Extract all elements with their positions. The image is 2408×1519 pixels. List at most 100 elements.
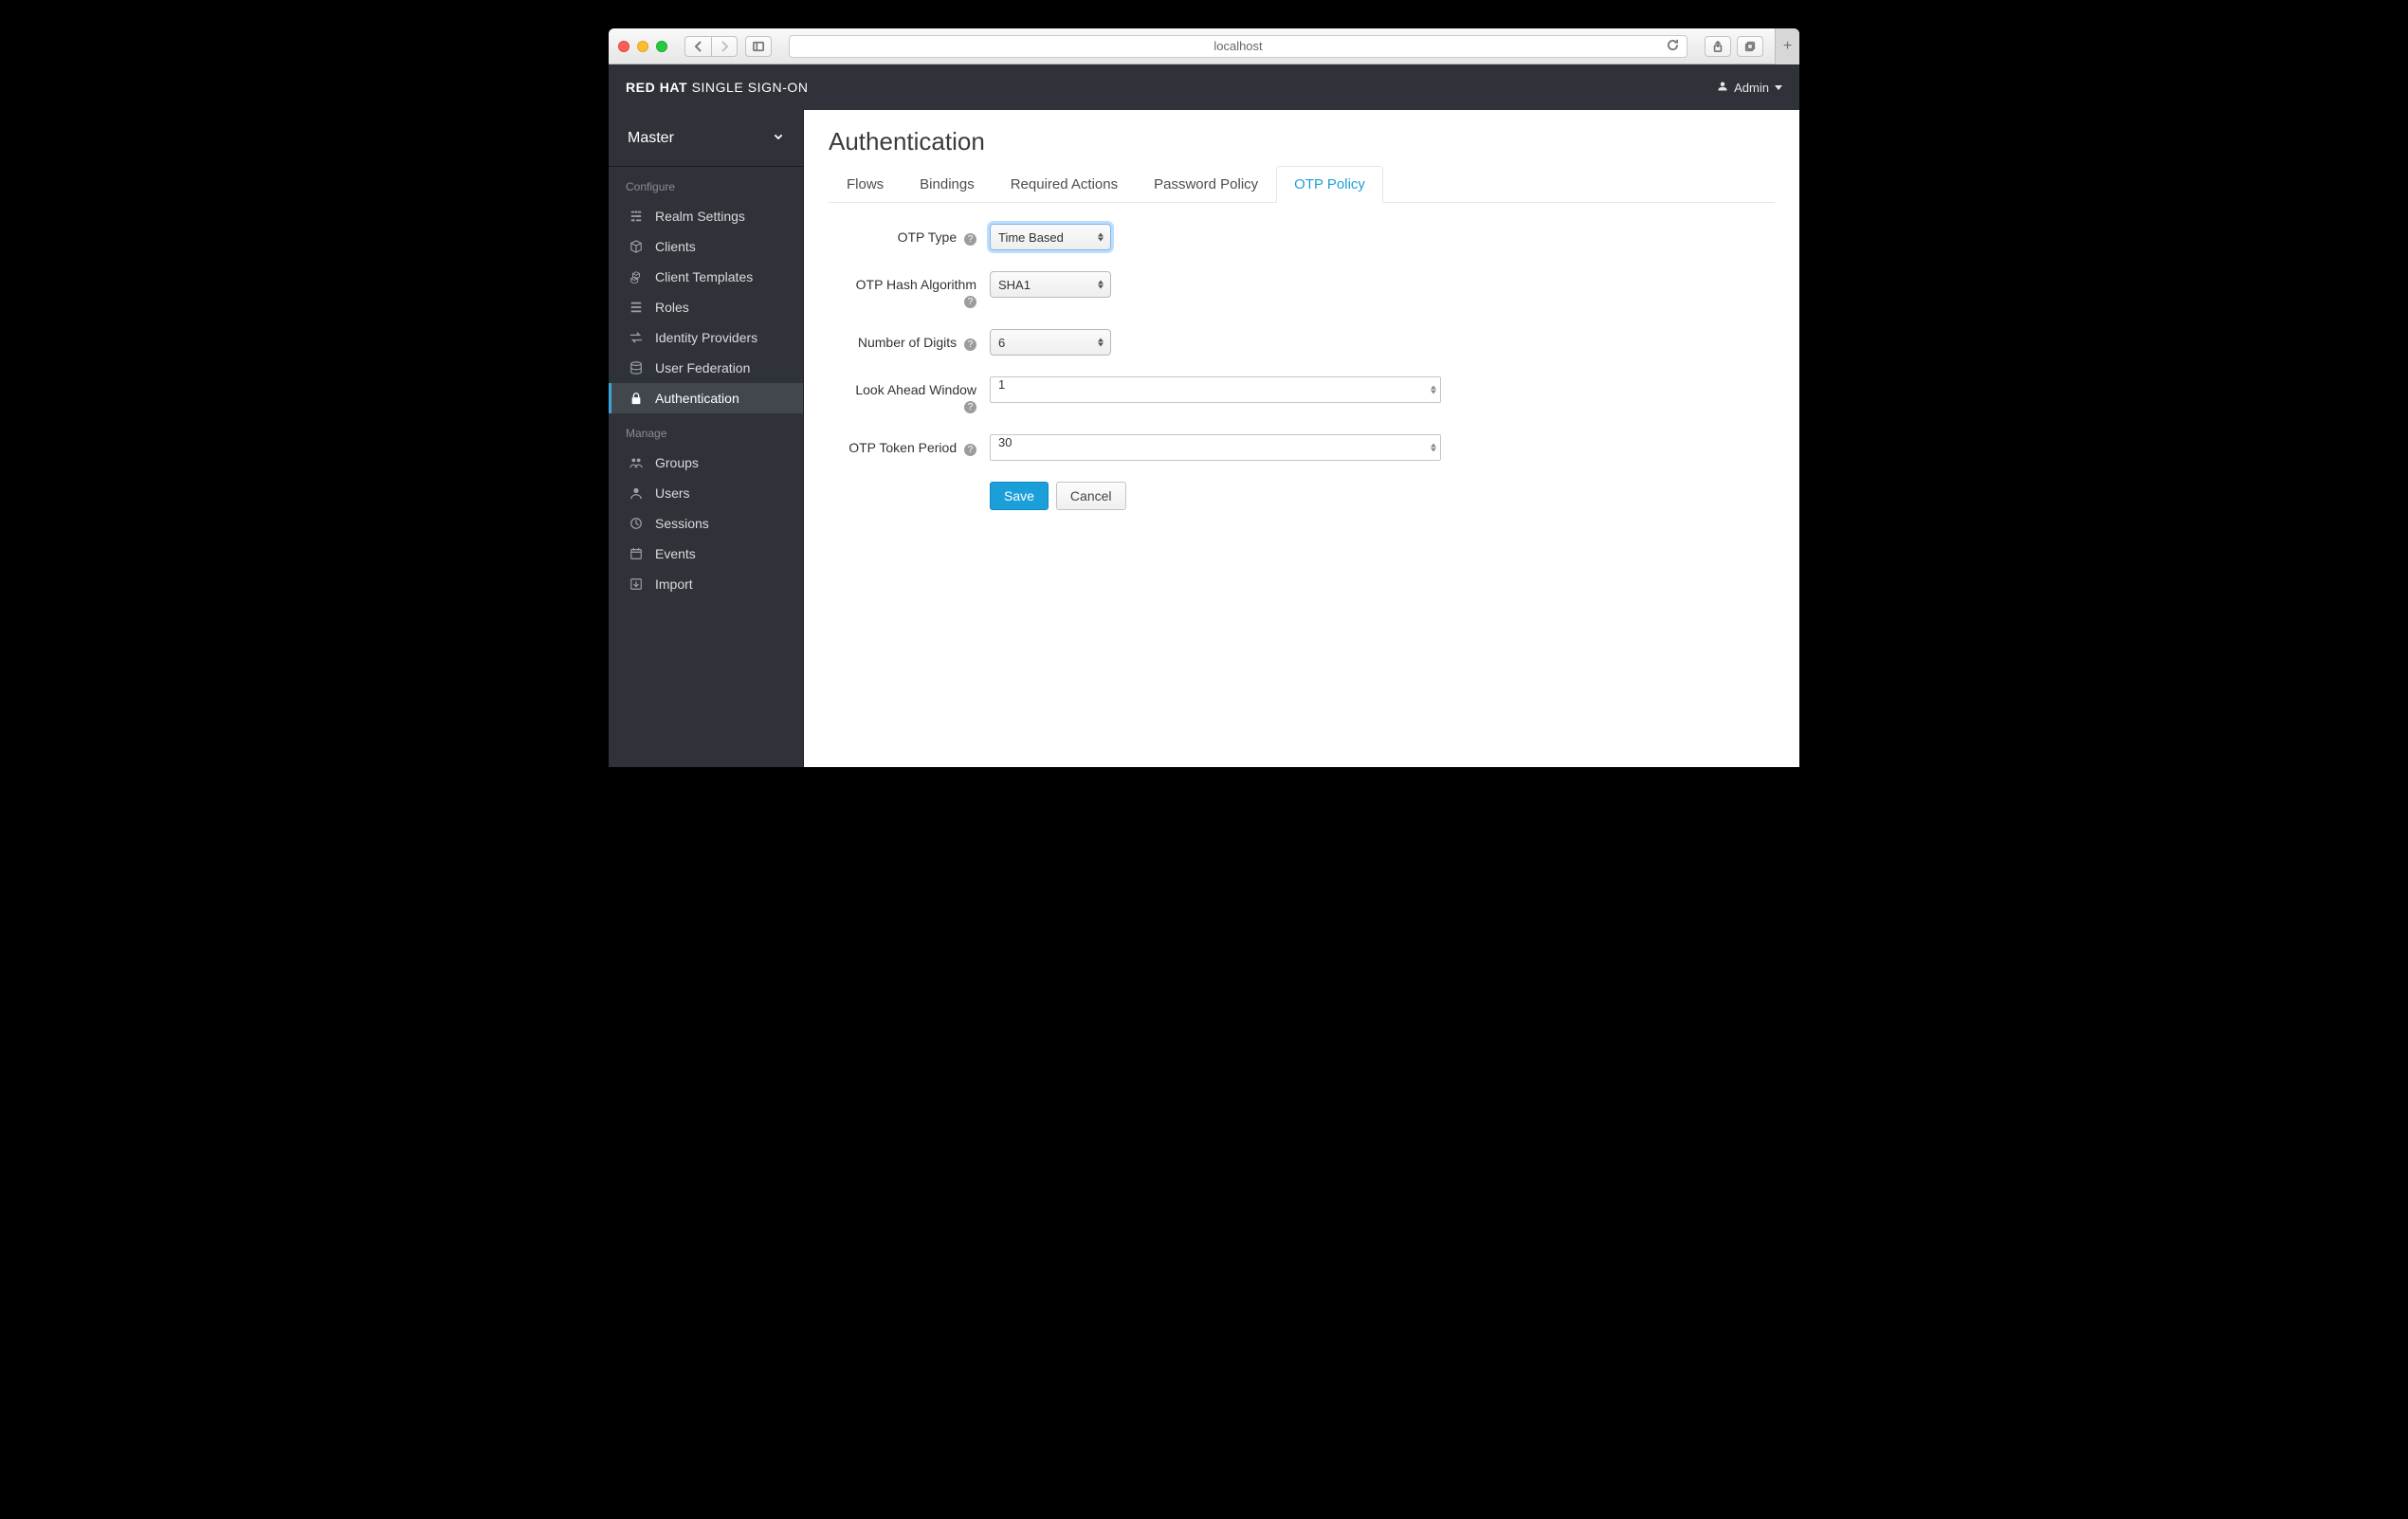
help-icon[interactable]: ? (964, 339, 976, 351)
app-body: Master Configure Realm Settings Clients (609, 110, 1799, 767)
users-icon (629, 455, 644, 470)
chevron-down-icon (774, 130, 784, 145)
sidebar-item-realm-settings[interactable]: Realm Settings (609, 201, 803, 231)
sidebar-item-authentication[interactable]: Authentication (609, 383, 803, 413)
browser-chrome: localhost + (609, 28, 1799, 64)
sidebar-item-label: Import (655, 576, 693, 592)
sidebar-item-label: Events (655, 546, 696, 561)
number-spinner-icon[interactable] (1431, 386, 1436, 394)
tab-password-policy[interactable]: Password Policy (1136, 166, 1276, 203)
user-label: Admin (1734, 81, 1769, 95)
cancel-button[interactable]: Cancel (1056, 482, 1126, 510)
tab-flows[interactable]: Flows (829, 166, 902, 203)
otp-policy-form: OTP Type ? Time Based OTP Hash Alg (829, 224, 1775, 510)
sidebar-item-groups[interactable]: Groups (609, 448, 803, 478)
sidebar-item-label: User Federation (655, 360, 750, 375)
sidebar-item-import[interactable]: Import (609, 569, 803, 599)
section-label-manage: Manage (609, 413, 803, 448)
page-title: Authentication (829, 127, 1775, 156)
clock-icon (629, 516, 644, 531)
reload-icon[interactable] (1667, 39, 1679, 54)
calendar-icon (629, 546, 644, 561)
sidebar-item-label: Authentication (655, 391, 739, 406)
right-chrome-buttons (1705, 36, 1763, 57)
url-text: localhost (1213, 39, 1262, 53)
window-zoom-button[interactable] (656, 41, 667, 52)
tab-required-actions[interactable]: Required Actions (993, 166, 1136, 203)
label-hash-algorithm: OTP Hash Algorithm ? (829, 271, 990, 308)
sidebar-item-label: Groups (655, 455, 699, 470)
sidebar-item-sessions[interactable]: Sessions (609, 508, 803, 539)
sidebar-item-label: Identity Providers (655, 330, 757, 345)
user-icon (629, 485, 644, 501)
sidebar-item-user-federation[interactable]: User Federation (609, 353, 803, 383)
sidebar-item-users[interactable]: Users (609, 478, 803, 508)
new-tab-button[interactable]: + (1775, 28, 1799, 64)
nav-forward-button[interactable] (711, 36, 738, 57)
tab-bindings[interactable]: Bindings (902, 166, 993, 203)
label-number-of-digits: Number of Digits ? (829, 329, 990, 351)
browser-window: localhost + RED HAT SINGLE SIGN-ON (609, 28, 1799, 767)
sidebar-item-clients[interactable]: Clients (609, 231, 803, 262)
address-bar[interactable]: localhost (789, 35, 1687, 58)
sidebar-item-client-templates[interactable]: Client Templates (609, 262, 803, 292)
section-label-configure: Configure (609, 167, 803, 201)
save-button[interactable]: Save (990, 482, 1049, 510)
window-close-button[interactable] (618, 41, 629, 52)
sidebar-item-label: Realm Settings (655, 209, 745, 224)
sidebar-item-roles[interactable]: Roles (609, 292, 803, 322)
tab-otp-policy[interactable]: OTP Policy (1276, 166, 1383, 203)
sidebar-item-events[interactable]: Events (609, 539, 803, 569)
brand-bold: RED HAT (626, 80, 687, 95)
cubes-icon (629, 269, 644, 284)
brand-light: SINGLE SIGN-ON (692, 80, 809, 95)
help-icon[interactable]: ? (964, 233, 976, 246)
sidebar-toggle-button[interactable] (745, 36, 772, 57)
sliders-icon (629, 209, 644, 224)
label-otp-token-period: OTP Token Period ? (829, 434, 990, 456)
select-caret-icon (1098, 339, 1104, 347)
sidebar-item-label: Clients (655, 239, 696, 254)
exchange-icon (629, 330, 644, 345)
nav-back-button[interactable] (684, 36, 711, 57)
hash-algorithm-select[interactable]: SHA1 (990, 271, 1111, 298)
database-icon (629, 360, 644, 375)
label-look-ahead-window: Look Ahead Window ? (829, 376, 990, 413)
lock-icon (629, 391, 644, 406)
user-menu[interactable]: Admin (1717, 81, 1782, 95)
label-otp-type: OTP Type ? (829, 224, 990, 246)
sidebar-item-label: Sessions (655, 516, 709, 531)
main-content: Authentication Flows Bindings Required A… (804, 110, 1799, 767)
otp-token-period-input[interactable]: 30 (990, 434, 1441, 461)
window-controls (618, 41, 667, 52)
realm-name: Master (628, 130, 674, 147)
import-icon (629, 576, 644, 592)
sidebar-item-label: Roles (655, 300, 689, 315)
tab-row: Flows Bindings Required Actions Password… (829, 166, 1775, 203)
sidebar-item-label: Users (655, 485, 690, 501)
select-caret-icon (1098, 233, 1104, 242)
sidebar-item-label: Client Templates (655, 269, 753, 284)
share-button[interactable] (1705, 36, 1731, 57)
realm-selector[interactable]: Master (609, 110, 803, 167)
form-actions: Save Cancel (990, 482, 1775, 510)
chevron-down-icon (1775, 85, 1782, 90)
otp-type-select[interactable]: Time Based (990, 224, 1111, 250)
window-minimize-button[interactable] (637, 41, 648, 52)
help-icon[interactable]: ? (964, 296, 976, 308)
number-of-digits-select[interactable]: 6 (990, 329, 1111, 356)
help-icon[interactable]: ? (964, 401, 976, 413)
sidebar: Master Configure Realm Settings Clients (609, 110, 804, 767)
app-header: RED HAT SINGLE SIGN-ON Admin (609, 64, 1799, 110)
brand: RED HAT SINGLE SIGN-ON (626, 80, 809, 95)
look-ahead-window-input[interactable]: 1 (990, 376, 1441, 403)
tabs-button[interactable] (1737, 36, 1763, 57)
number-spinner-icon[interactable] (1431, 444, 1436, 452)
select-caret-icon (1098, 281, 1104, 289)
help-icon[interactable]: ? (964, 444, 976, 456)
user-icon (1717, 81, 1728, 95)
nav-button-group (684, 36, 738, 57)
cube-icon (629, 239, 644, 254)
list-icon (629, 300, 644, 315)
sidebar-item-identity-providers[interactable]: Identity Providers (609, 322, 803, 353)
